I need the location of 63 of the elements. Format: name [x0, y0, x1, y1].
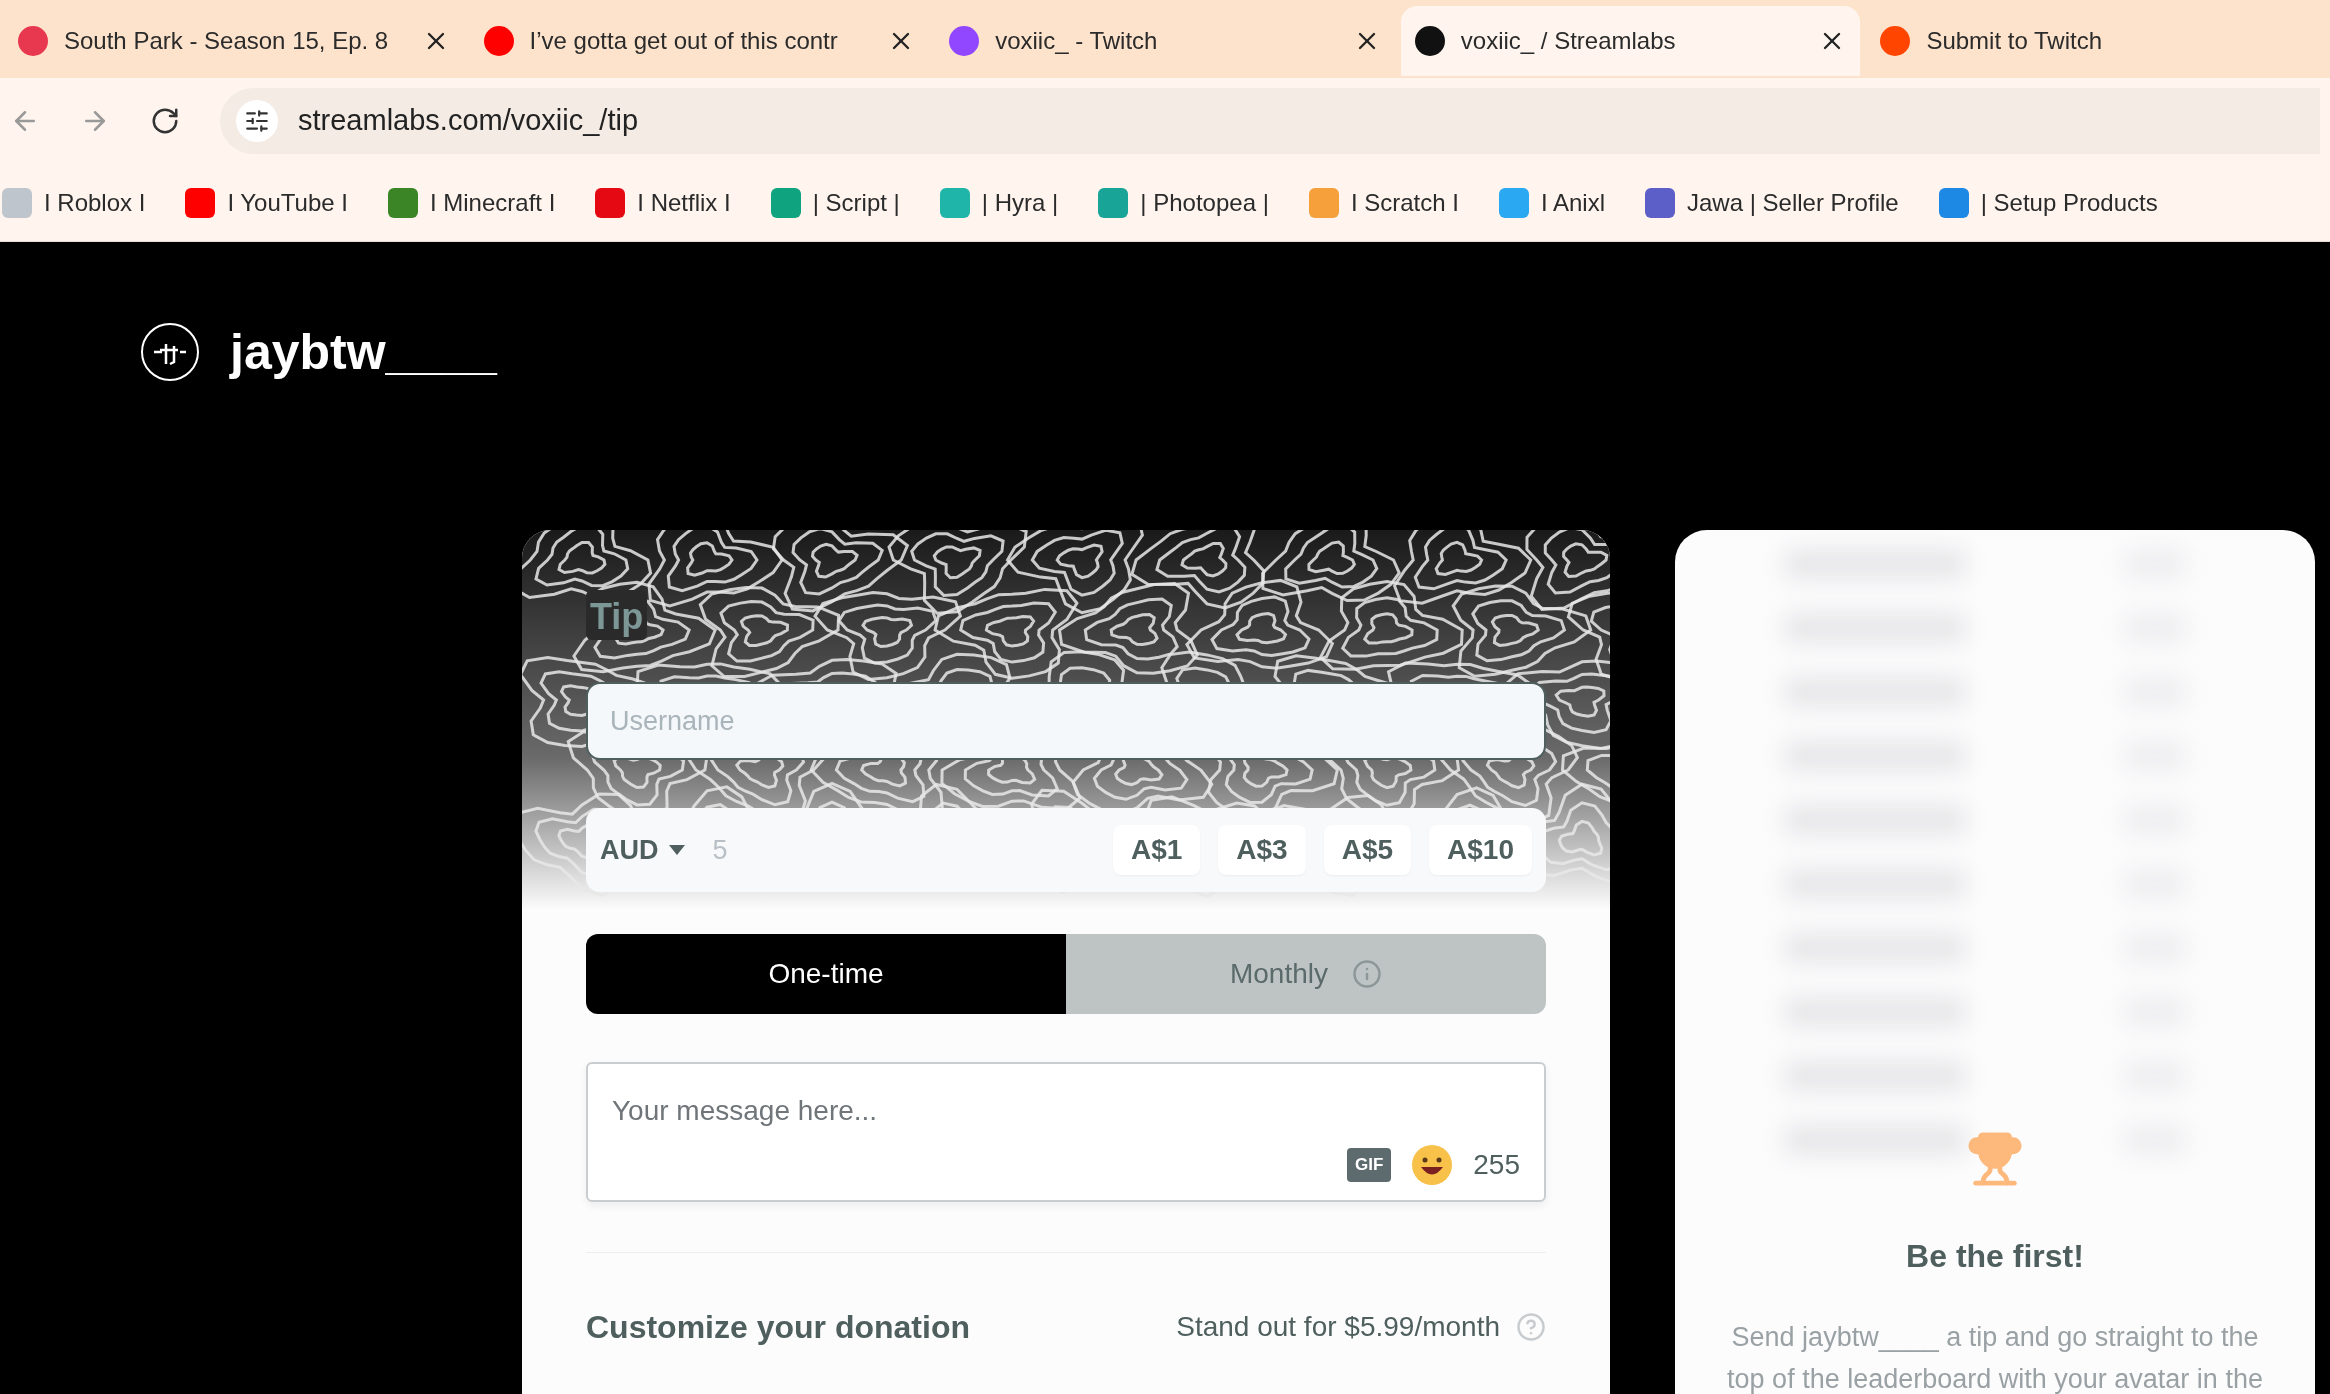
site-favicon-icon — [18, 26, 48, 56]
tab-title: I’ve gotta get out of this contr — [529, 26, 839, 56]
site-favicon-icon — [1308, 187, 1339, 218]
browser-tab[interactable]: South Park - Season 15, Ep. 8 — [4, 6, 464, 76]
caret-icon — [668, 845, 685, 855]
bookmark-item[interactable]: I Scratch I — [1308, 184, 1459, 221]
trophy-icon — [1966, 1130, 2024, 1188]
bookmark-item[interactable]: | Photopea | — [1098, 184, 1269, 221]
tab-title: South Park - Season 15, Ep. 8 — [64, 26, 390, 56]
site-favicon-icon — [1098, 187, 1129, 218]
bookmark-item[interactable]: | Setup Products — [1938, 184, 2158, 221]
site-favicon-icon — [1938, 187, 1969, 218]
site-favicon-icon — [1498, 187, 1529, 218]
preset-amount-button[interactable]: A$5 — [1323, 825, 1412, 875]
bookmark-item[interactable]: | Script | — [770, 184, 900, 221]
message-placeholder: Your message here... — [612, 1094, 879, 1128]
browser-tab[interactable]: Submit to Twitch — [1866, 6, 2326, 76]
browser-tab[interactable]: voxiic_ - Twitch — [935, 6, 1395, 76]
emoji-icon[interactable] — [1411, 1144, 1454, 1186]
tab-title: voxiic_ - Twitch — [995, 26, 1159, 56]
site-favicon-icon — [1414, 26, 1445, 56]
preset-amount-button[interactable]: A$3 — [1218, 825, 1306, 875]
currency-dropdown[interactable]: AUD — [600, 829, 685, 871]
character-count: 255 — [1473, 1148, 1520, 1182]
url-text: streamlabs.com/voxiic_/tip — [298, 103, 639, 139]
bookmark-item[interactable]: I YouTube I — [185, 184, 348, 221]
bookmark-item[interactable]: | Hyra | — [939, 184, 1059, 221]
bookmark-item[interactable]: I Anixl — [1498, 184, 1605, 221]
preset-amount-button[interactable]: A$10 — [1429, 825, 1532, 875]
site-favicon-icon — [387, 187, 418, 218]
message-box[interactable]: Your message here... GIF 255 — [586, 1062, 1546, 1202]
reload-icon[interactable] — [150, 106, 180, 136]
site-favicon-icon — [939, 187, 970, 218]
tab-title: voxiic_ / Streamlabs — [1460, 26, 1677, 56]
site-favicon-icon — [1880, 26, 1911, 56]
address-bar[interactable]: streamlabs.com/voxiic_/tip — [220, 88, 2320, 154]
bookmark-item[interactable]: I Netflix I — [595, 184, 731, 221]
frequency-tab[interactable]: One-time — [586, 934, 1066, 1014]
amount-field[interactable]: 5 — [712, 829, 1095, 871]
username-field[interactable]: Username — [586, 682, 1546, 760]
site-favicon-icon — [1645, 187, 1675, 218]
browser-tab[interactable]: I’ve gotta get out of this contr — [469, 6, 930, 76]
gif-button[interactable]: GIF — [1346, 1148, 1392, 1182]
site-favicon-icon — [595, 187, 626, 218]
preset-amount-button[interactable]: A$1 — [1112, 825, 1201, 875]
browser-tab[interactable]: voxiic_ / Streamlabs — [1400, 6, 1861, 76]
site-settings-icon[interactable] — [244, 108, 270, 134]
site-favicon-icon — [770, 187, 801, 218]
leaderboard-title: Be the first! — [1906, 1237, 2084, 1276]
form-title: Tip — [586, 590, 648, 640]
bookmark-item[interactable]: I Minecraft I — [387, 184, 556, 221]
site-favicon-icon — [185, 187, 216, 218]
bookmark-item[interactable]: Jawa | Seller Profile — [1645, 184, 1899, 221]
leaderboard-message: Send jaybtw____ a tip and go straight to the top of the leaderboard with your avatar in the — [1726, 1321, 2264, 1394]
tab-title: Submit to Twitch — [1926, 26, 2103, 56]
profile-name: jaybtw____ — [230, 322, 497, 382]
site-favicon-icon — [483, 26, 514, 56]
bookmark-item[interactable]: I Roblox I — [2, 184, 146, 221]
site-favicon-icon — [2, 187, 32, 218]
site-favicon-icon — [949, 26, 980, 56]
avatar-logo-icon — [140, 322, 200, 382]
upgrade-offer: Stand out for $5.99/month — [1176, 1310, 1500, 1344]
customize-heading: Customize your donation — [586, 1308, 970, 1347]
